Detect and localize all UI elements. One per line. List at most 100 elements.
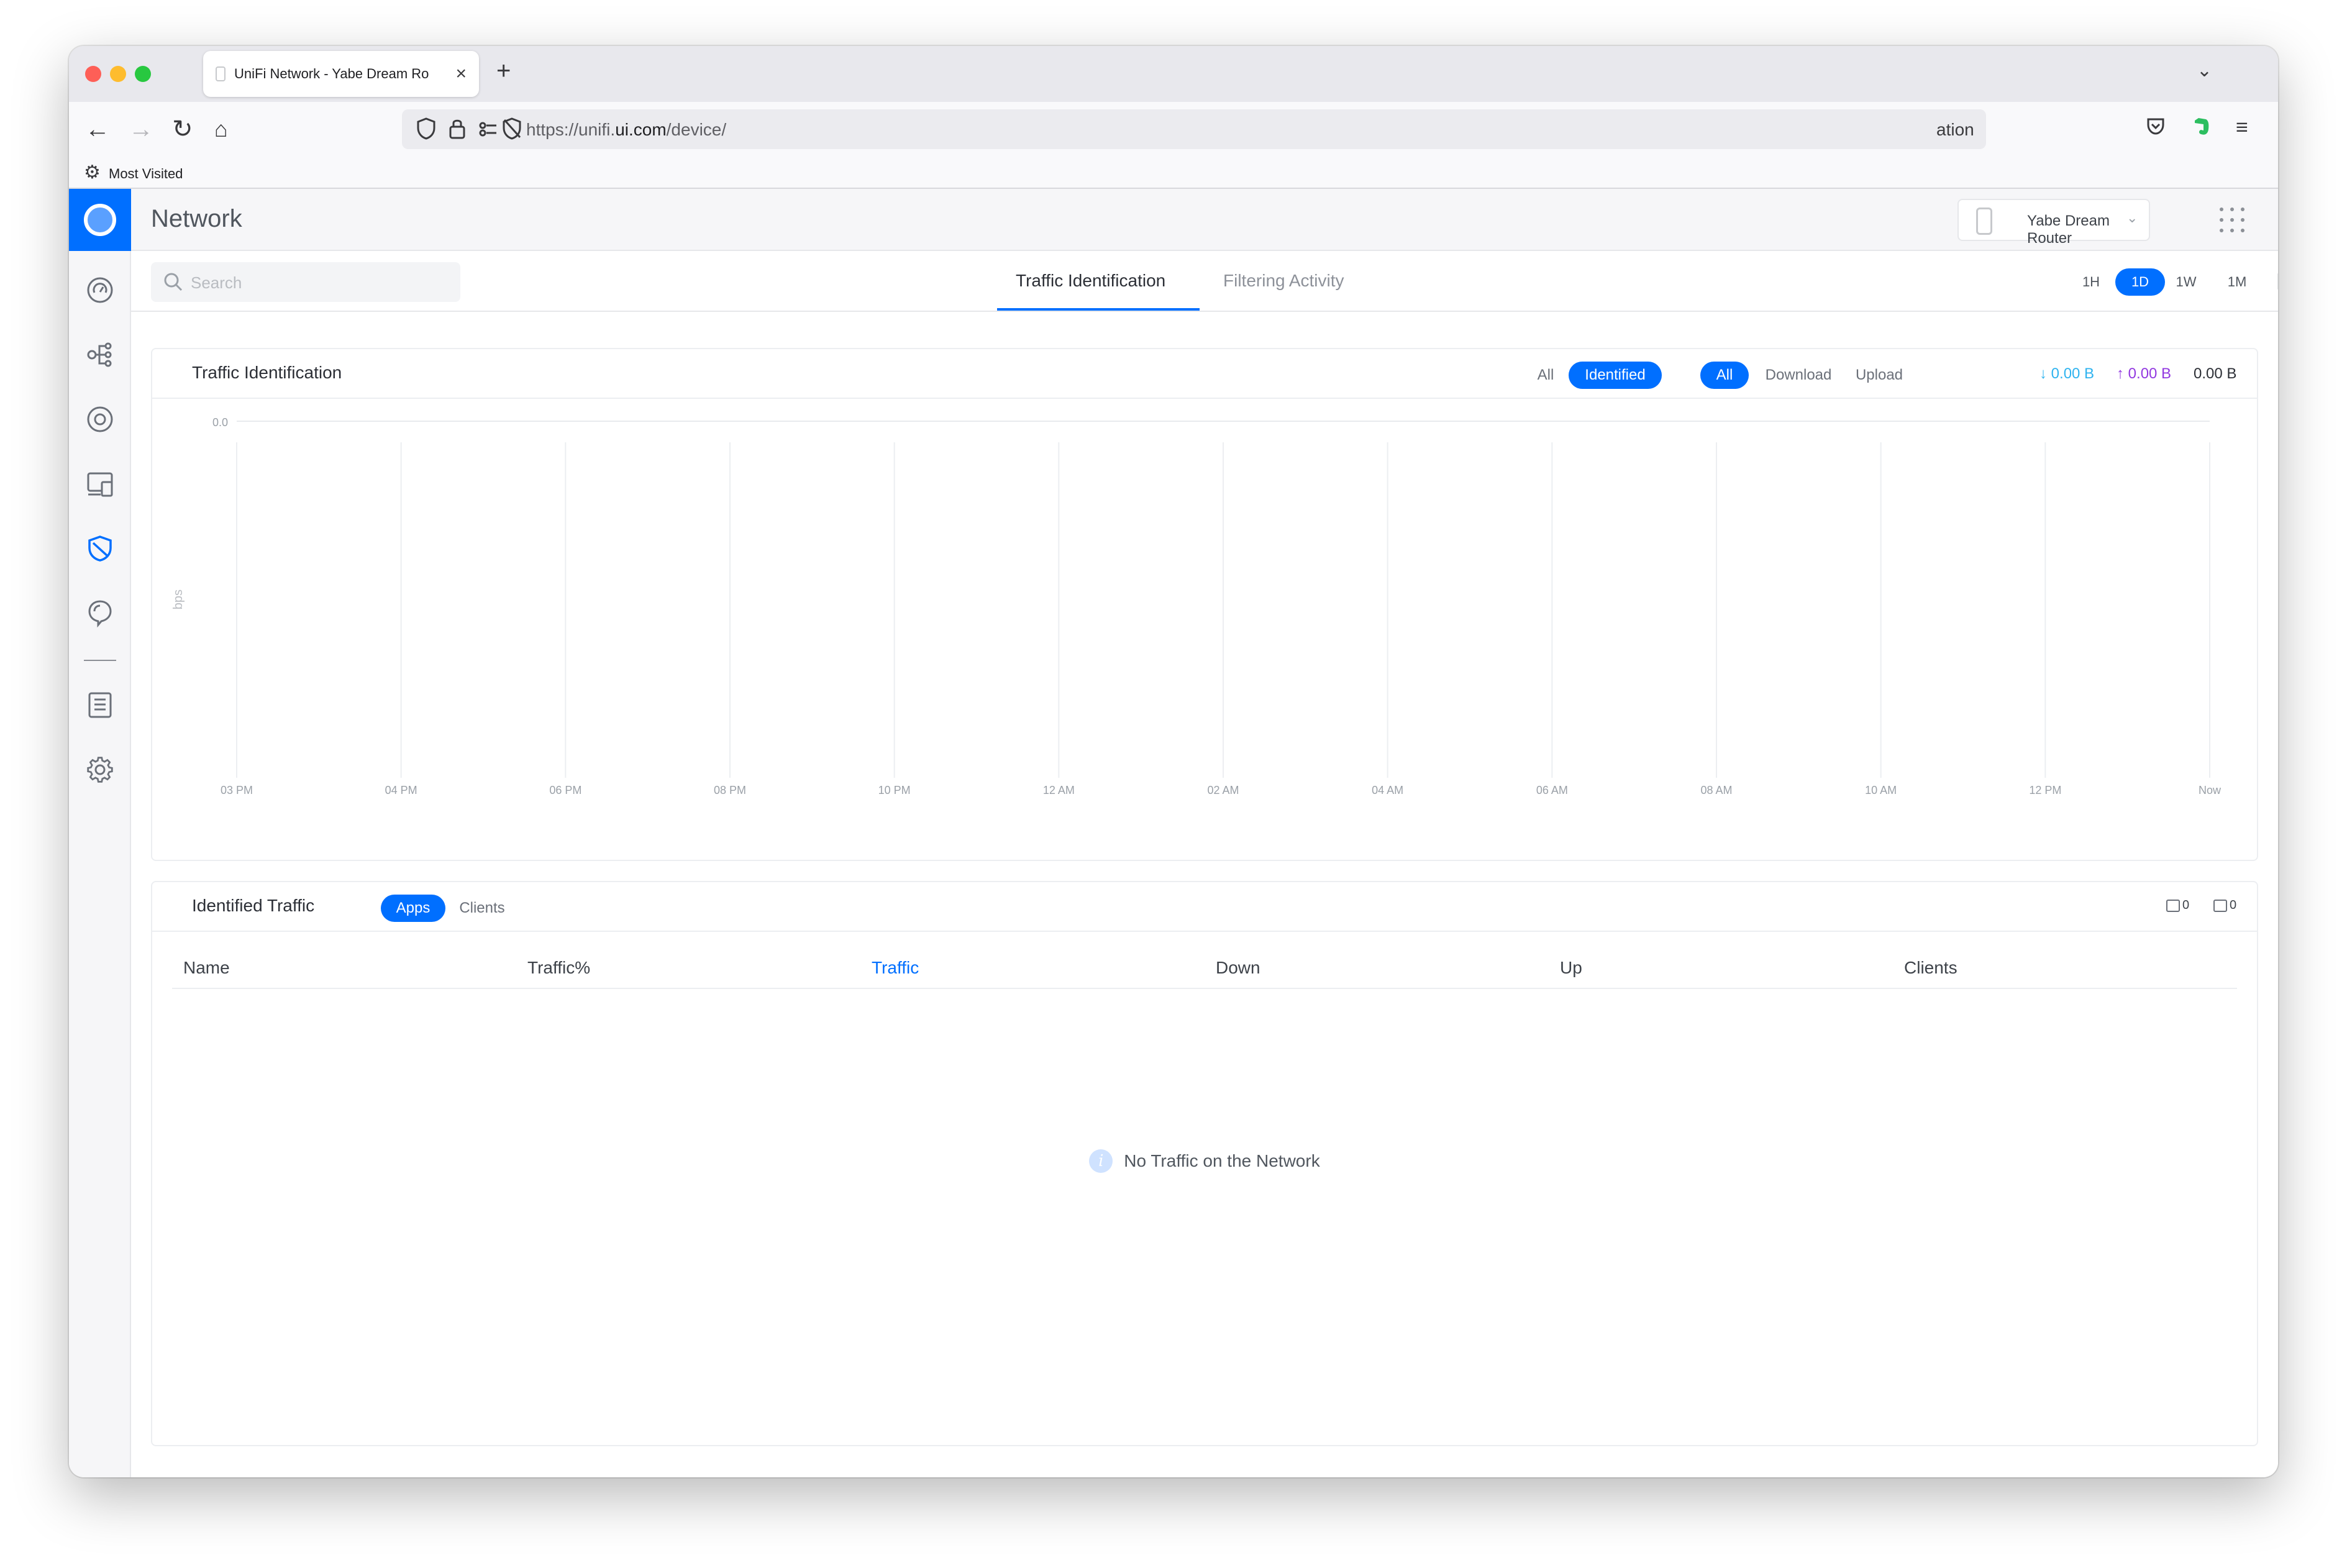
app-launcher-icon[interactable] [2218, 206, 2246, 234]
url-tail: ation [1936, 120, 1974, 139]
column-traffic[interactable]: Traffic [872, 958, 919, 978]
x-tick-label: 10 AM [1865, 784, 1897, 796]
tab-traffic-identification[interactable]: Traffic Identification [1016, 271, 1165, 291]
x-tick-label: 06 PM [549, 784, 581, 796]
apps-count-value: 0 [2182, 898, 2190, 912]
x-tick-label: 12 PM [2029, 784, 2061, 796]
upload-total-value: 0.00 B [2128, 365, 2172, 382]
filter-all-toggle[interactable]: All [1530, 362, 1561, 389]
sidebar-divider [84, 660, 116, 661]
clients-count-icon [2213, 899, 2227, 912]
empty-state: i No Traffic on the Network [152, 1149, 2257, 1173]
permissions-icon[interactable] [478, 117, 499, 140]
x-tick-label: 03 PM [221, 784, 253, 796]
router-favicon-icon [216, 66, 226, 81]
tracking-protection-icon[interactable] [501, 117, 522, 140]
column-clients[interactable]: Clients [1904, 958, 1957, 978]
apps-toggle[interactable]: Apps [381, 895, 445, 922]
column-up[interactable]: Up [1560, 958, 1582, 978]
router-icon [1976, 207, 1992, 235]
down-arrow-icon: ↓ [2039, 365, 2047, 382]
active-tab-indicator [997, 308, 1200, 311]
filter-identified-toggle[interactable]: Identified [1569, 362, 1662, 389]
clients-toggle[interactable]: Clients [454, 895, 510, 922]
unifi-logo-icon[interactable] [69, 189, 131, 251]
column-name[interactable]: Name [183, 958, 230, 978]
search-input[interactable]: Search [151, 262, 460, 302]
url-bar[interactable]: https://unifi.ui.com/device/ ation ☆ [402, 109, 1986, 149]
search-icon [164, 273, 183, 291]
hamburger-menu-icon[interactable]: ≡ [2236, 116, 2248, 140]
traffic-card-title: Traffic Identification [192, 363, 342, 382]
calendar-icon[interactable] [2277, 270, 2278, 292]
back-arrow-icon[interactable]: ← [85, 114, 110, 144]
x-tick-label: 06 AM [1536, 784, 1568, 796]
evernote-extension-icon[interactable] [2190, 116, 2212, 138]
tracking-shield-icon[interactable] [416, 117, 437, 140]
empty-state-message: No Traffic on the Network [1124, 1151, 1320, 1170]
minimize-window-button[interactable] [110, 66, 126, 82]
range-1m-button[interactable]: 1M [2220, 268, 2254, 296]
dashboard-icon[interactable] [69, 268, 131, 312]
traffic-card-header: Traffic Identification All Identified Al… [152, 349, 2257, 399]
reload-icon[interactable]: ↻ [172, 114, 193, 144]
x-tick-label: 04 AM [1372, 784, 1403, 796]
gear-icon: ⚙ [84, 162, 101, 183]
clients-count-value: 0 [2230, 898, 2237, 912]
browser-tab[interactable]: UniFi Network - Yabe Dream Ro × [203, 51, 479, 97]
url-text[interactable]: https://unifi.ui.com/device/ [526, 120, 726, 140]
traffic-identification-card: Traffic Identification All Identified Al… [151, 348, 2258, 861]
x-tick-label: 12 AM [1043, 784, 1075, 796]
traffic-chart: 0.0 bps 03 PM 04 PM 06 PM 08 PM 10 PM 12 AM 02 A… [171, 416, 2222, 796]
settings-icon[interactable] [69, 748, 131, 791]
clients-count: 0 [2213, 898, 2236, 913]
browser-window: UniFi Network - Yabe Dream Ro × + ⌄ ← → … [69, 46, 2278, 1477]
table-header: Name Traffic% Traffic Down Up Clients [172, 944, 2237, 989]
download-total: ↓ 0.00 B [2039, 365, 2094, 383]
x-tick-label: 04 PM [385, 784, 417, 796]
tab-filtering-activity[interactable]: Filtering Activity [1223, 271, 1344, 291]
insights-icon[interactable] [69, 591, 131, 635]
url-host: ui.com [615, 120, 667, 139]
forward-arrow-icon[interactable]: → [129, 114, 153, 144]
url-prefix: https://unifi. [526, 120, 616, 139]
sidebar [69, 189, 131, 1477]
up-arrow-icon: ↑ [2117, 365, 2124, 382]
close-window-button[interactable] [85, 66, 101, 82]
lock-icon[interactable] [448, 117, 467, 140]
traffic-shield-icon[interactable] [69, 527, 131, 570]
device-selector[interactable]: Yabe Dream Router ⌄ [1957, 199, 2150, 247]
column-down[interactable]: Down [1216, 958, 1260, 978]
devices-icon[interactable] [69, 398, 131, 441]
identified-traffic-card: Identified Traffic Apps Clients 0 0 Name… [151, 881, 2258, 1446]
x-tick-label: 10 PM [878, 784, 911, 796]
direction-upload-toggle[interactable]: Upload [1848, 362, 1910, 389]
column-traffic-percent[interactable]: Traffic% [527, 958, 590, 978]
pocket-icon[interactable] [2145, 116, 2166, 137]
topology-icon[interactable] [69, 333, 131, 376]
logs-icon[interactable] [69, 683, 131, 727]
new-tab-icon[interactable]: + [496, 57, 511, 85]
direction-download-toggle[interactable]: Download [1759, 362, 1838, 389]
bookmarks-bar: ⚙ Most Visited [69, 158, 2278, 189]
tab-bar: UniFi Network - Yabe Dream Ro × + ⌄ [69, 46, 2278, 102]
apps-count: 0 [2166, 898, 2189, 913]
bookmark-most-visited[interactable]: Most Visited [109, 166, 183, 182]
apps-count-icon [2166, 899, 2180, 912]
clients-icon[interactable] [69, 462, 131, 506]
home-icon[interactable]: ⌂ [214, 114, 228, 144]
tab-list-chevron-icon[interactable]: ⌄ [2197, 60, 2212, 81]
info-icon: i [1089, 1149, 1113, 1173]
browser-tab-title: UniFi Network - Yabe Dream Ro [234, 66, 429, 81]
zoom-window-button[interactable] [135, 66, 151, 82]
direction-all-toggle[interactable]: All [1700, 362, 1749, 389]
url-path: /device/ [666, 120, 727, 139]
range-1w-button[interactable]: 1W [2170, 268, 2202, 296]
range-1h-button[interactable]: 1H [2077, 268, 2105, 296]
range-1d-button[interactable]: 1D [2115, 268, 2165, 296]
x-tick-label: 02 AM [1207, 784, 1239, 796]
close-tab-icon[interactable]: × [455, 63, 467, 84]
app-title: Network [151, 205, 242, 232]
navigation-bar: ← → ↻ ⌂ https://unifi.ui.com/device/ ati… [69, 102, 2278, 158]
download-total-value: 0.00 B [2051, 365, 2095, 382]
